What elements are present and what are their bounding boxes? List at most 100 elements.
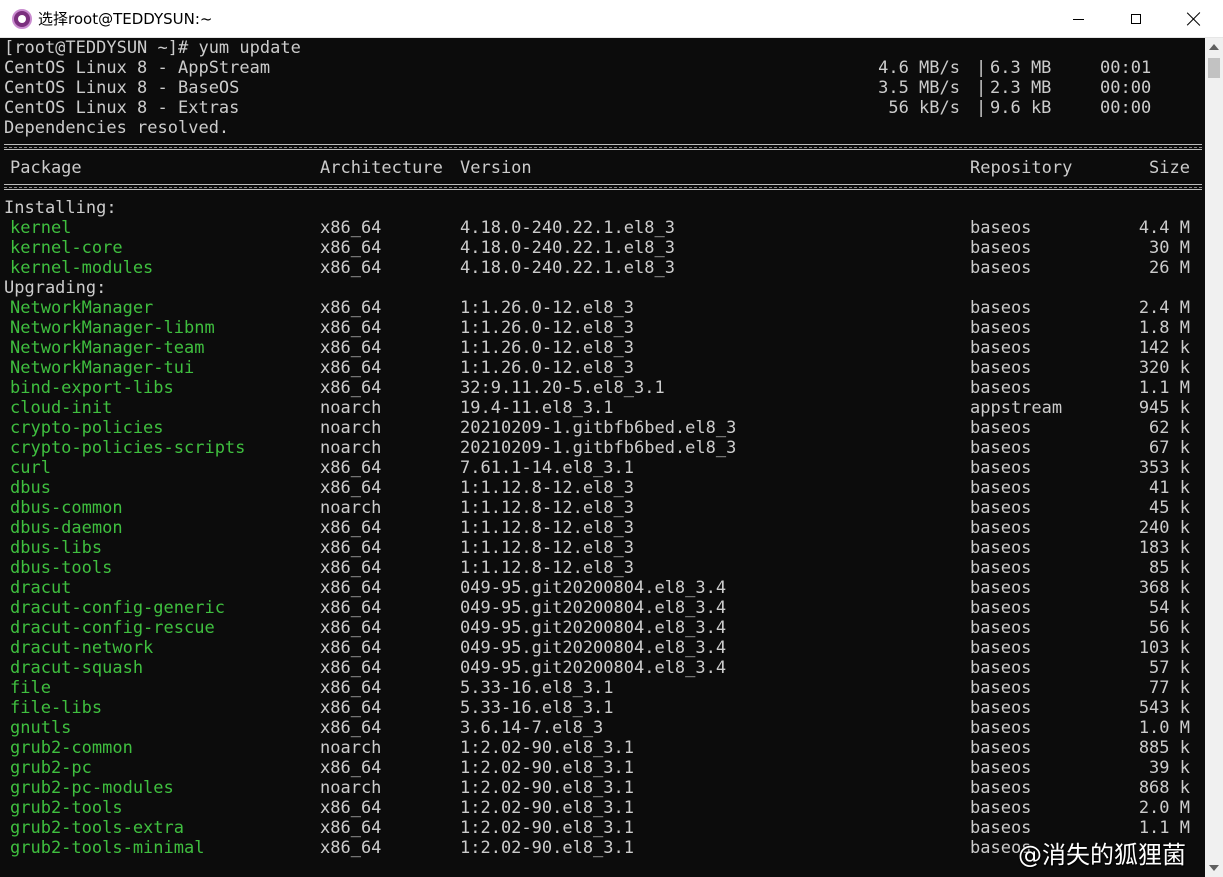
package-size: 45 k [1149,498,1190,518]
table-row: file-libs x86_64 5.33-16.el8_3.1 baseos 543 … [0,698,1205,718]
scroll-down-arrow-icon[interactable] [1209,865,1219,871]
table-row: grub2-common noarch 1:2.02-90.el8_3.1 baseo… [0,738,1205,758]
package-size: 30 M [1149,238,1190,258]
table-row: crypto-policies-scripts noarch 20210209-1.… [0,438,1205,458]
repo-separator: | [976,58,987,78]
repo-sync-line: CentOS Linux 8 - BaseOS 3.5 MB/s | 2.3 MB 00… [0,78,1205,98]
table-row: file x86_64 5.33-16.el8_3.1 baseos 77 k [0,678,1205,698]
table-row: dbus-daemon x86_64 1:1.12.8-12.el8_3 baseos… [0,518,1205,538]
close-icon [1187,12,1201,26]
minimize-icon [1072,18,1084,20]
repo-sync-line: CentOS Linux 8 - AppStream 4.6 MB/s | 6.3 M… [0,58,1205,78]
table-row: dbus-libs x86_64 1:1.12.8-12.el8_3 baseos 18… [0,538,1205,558]
repo-speed: 56 kB/s [888,98,960,118]
repo-time: 00:01 [1100,58,1152,78]
package-size: 142 k [1138,338,1190,358]
package-size: 368 k [1138,578,1190,598]
table-row: grub2-tools x86_64 1:2.02-90.el8_3.1 baseos… [0,798,1205,818]
repo-sync-line: CentOS Linux 8 - Extras 56 kB/s | 9.6 kB 00:… [0,98,1205,118]
package-size: 41 k [1149,478,1190,498]
package-size: 57 k [1149,658,1190,678]
minimize-button[interactable] [1049,0,1107,38]
package-size: 885 k [1138,738,1190,758]
package-size: 353 k [1138,458,1190,478]
repo-time: 00:00 [1100,98,1152,118]
repo-speed: 4.6 MB/s [878,58,960,78]
repo-separator: | [976,78,987,98]
separator-line [4,184,1202,190]
repo-size: 2.3 MB [990,78,1052,98]
table-row: dracut-config-generic x86_64 049-95.git202… [0,598,1205,618]
table-row: dbus-tools x86_64 1:1.12.8-12.el8_3 baseos 8… [0,558,1205,578]
table-row: kernel-modules x86_64 4.18.0-240.22.1.el8_… [0,258,1205,278]
table-row: bind-export-libs x86_64 32:9.11.20-5.el8_3… [0,378,1205,398]
section-label-text: Upgrading: [4,278,107,298]
table-row: NetworkManager-tui x86_64 1:1.26.0-12.el8_… [0,358,1205,378]
package-size: 240 k [1138,518,1190,538]
package-size: 1.1 M [1138,378,1190,398]
package-size: 4.4 M [1138,218,1190,238]
package-size: 2.0 M [1138,798,1190,818]
maximize-button[interactable] [1107,0,1165,38]
package-size: 39 k [1149,758,1190,778]
package-size: 56 k [1149,618,1190,638]
package-size: 1.0 M [1138,718,1190,738]
maximize-icon [1131,14,1141,24]
table-row: crypto-policies noarch 20210209-1.gitbfb6b… [0,418,1205,438]
table-row: kernel x86_64 4.18.0-240.22.1.el8_3 baseos 4… [0,218,1205,238]
section-label: Upgrading: [0,278,1205,298]
table-row: dracut-network x86_64 049-95.git20200804.e… [0,638,1205,658]
table-row: dracut x86_64 049-95.git20200804.el8_3.4 ba… [0,578,1205,598]
package-size: 26 M [1149,258,1190,278]
package-size: 103 k [1138,638,1190,658]
separator-line [4,144,1202,150]
vertical-scrollbar[interactable] [1205,38,1223,877]
package-size: 868 k [1138,778,1190,798]
scroll-up-arrow-icon[interactable] [1209,44,1219,50]
table-row: cloud-init noarch 19.4-11.el8_3.1 appstream… [0,398,1205,418]
dependencies-line: Dependencies resolved. [0,118,1205,138]
table-row: kernel-core x86_64 4.18.0-240.22.1.el8_3 ba… [0,238,1205,258]
package-size: 945 k [1138,398,1190,418]
package-size: 62 k [1149,418,1190,438]
package-size: 2.4 M [1138,298,1190,318]
table-row: NetworkManager-team x86_64 1:1.26.0-12.el8… [0,338,1205,358]
section-label: Installing: [0,198,1205,218]
table-row: NetworkManager-libnm x86_64 1:1.26.0-12.el… [0,318,1205,338]
table-row: curl x86_64 7.61.1-14.el8_3.1 baseos 353 k [0,458,1205,478]
terminal-output[interactable]: [root@TEDDYSUN ~]# yum update CentOS Lin… [0,38,1205,877]
header-size: Size [1149,158,1190,178]
repo-separator: | [976,98,987,118]
table-row: dbus-common noarch 1:1.12.8-12.el8_3 baseos… [0,498,1205,518]
package-size: 54 k [1149,598,1190,618]
section-label-text: Installing: [4,198,117,218]
package-size: 543 k [1138,698,1190,718]
table-row: NetworkManager x86_64 1:1.26.0-12.el8_3 bas… [0,298,1205,318]
package-size: 85 k [1149,558,1190,578]
package-size: 1.1 M [1138,818,1190,838]
package-size: 1.8 M [1138,318,1190,338]
package-size: 77 k [1149,678,1190,698]
repo-size: 6.3 MB [990,58,1052,78]
table-row: dracut-squash x86_64 049-95.git20200804.el… [0,658,1205,678]
table-row: dbus x86_64 1:1.12.8-12.el8_3 baseos 41 k [0,478,1205,498]
package-size: 183 k [1138,538,1190,558]
watermark: @消失的狐狸菌 [1018,841,1186,869]
table-row: dracut-config-rescue x86_64 049-95.git2020… [0,618,1205,638]
table-row: grub2-pc-modules noarch 1:2.02-90.el8_3.1 b… [0,778,1205,798]
close-button[interactable] [1165,0,1223,38]
table-row: gnutls x86_64 3.6.14-7.el8_3 baseos 1.0 M [0,718,1205,738]
window-titlebar[interactable]: 选择root@TEDDYSUN:~ [0,0,1223,38]
repo-time: 00:00 [1100,78,1152,98]
repo-size: 9.6 kB [990,98,1052,118]
window-title: 选择root@TEDDYSUN:~ [38,10,213,28]
table-row: grub2-pc x86_64 1:2.02-90.el8_3.1 baseos 39 … [0,758,1205,778]
package-size: 320 k [1138,358,1190,378]
table-header: Package Architecture Version Repository Size [0,158,1205,178]
scrollbar-thumb[interactable] [1208,58,1220,78]
package-size [0,838,1190,858]
dependencies-text: Dependencies resolved. [4,118,230,138]
terminal-app-icon [12,9,32,29]
command-line: [root@TEDDYSUN ~]# yum update [4,38,301,58]
repo-speed: 3.5 MB/s [878,78,960,98]
